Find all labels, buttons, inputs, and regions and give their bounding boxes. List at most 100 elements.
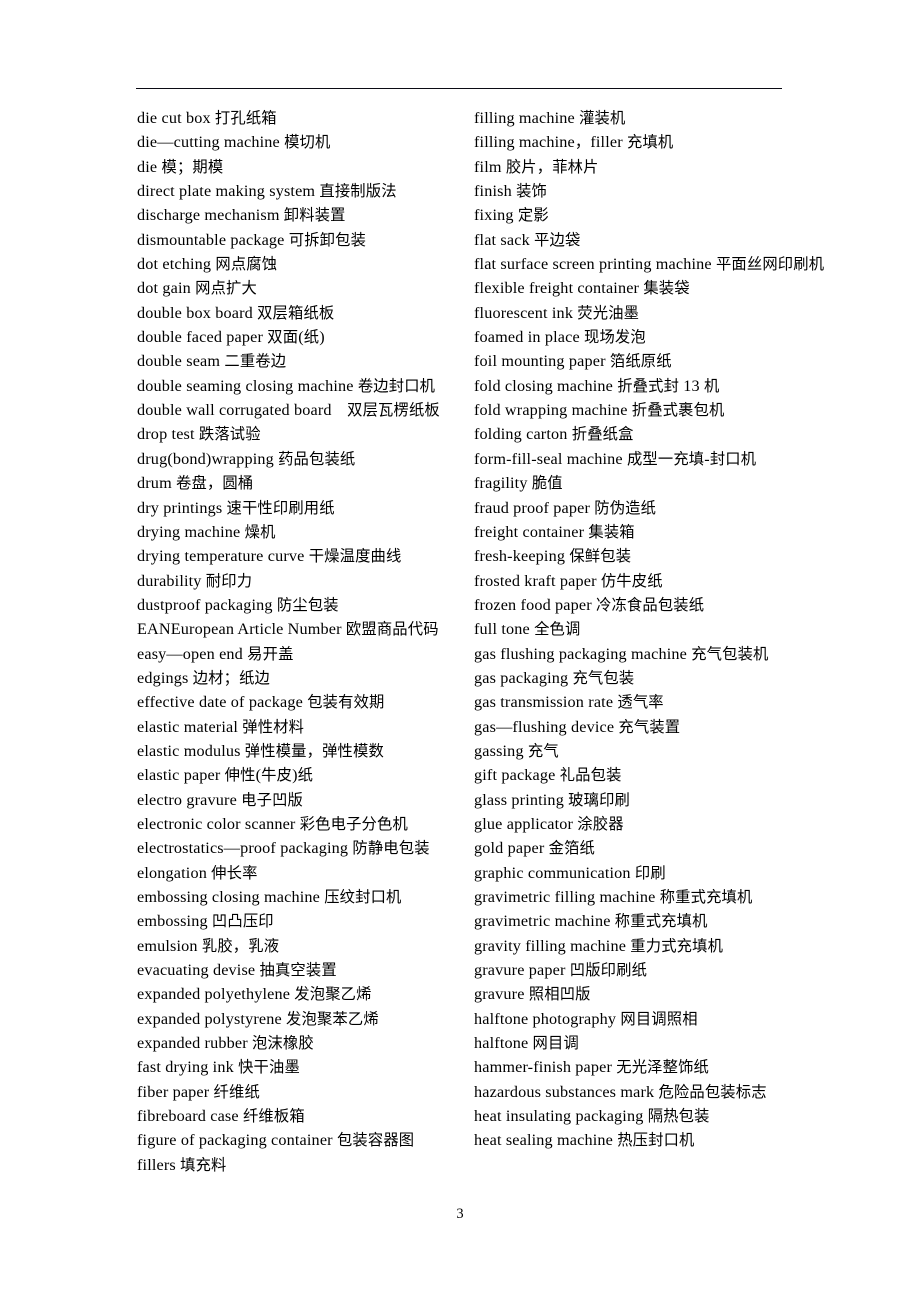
glossary-entry: elastic material 弹性材料: [137, 717, 305, 736]
glossary-entry-chinese: 防尘包装: [276, 595, 339, 614]
glossary-entry-chinese: 打孔纸箱: [214, 109, 277, 127]
glossary-entry: double seam 二重卷边: [137, 352, 287, 371]
glossary-entry-chinese: 玻璃印刷: [568, 790, 631, 809]
glossary-entry-chinese: 伸性: [224, 766, 256, 785]
glossary-entry: heat insulating packaging 隔热包装: [474, 1107, 710, 1126]
glossary-entry: fast drying ink 快干油墨: [137, 1058, 300, 1077]
glossary-entry-chinese: 药品包装纸: [278, 449, 356, 468]
glossary-entry-chinese: 直接制版法: [319, 182, 397, 201]
glossary-entry-chinese: 充气包装: [572, 668, 635, 687]
glossary-entry: fold closing machine 折叠式封 13 机: [474, 376, 720, 395]
glossary-entry-chinese: 现场发泡: [584, 328, 646, 347]
glossary-entry-chinese: 填充料: [180, 1155, 227, 1174]
glossary-entry: drying temperature curve 干燥温度曲线: [137, 547, 402, 566]
glossary-entry-chinese: 热压封口机: [617, 1131, 695, 1150]
glossary-entry-chinese: 网点扩大: [195, 279, 257, 298]
glossary-column-right: filling machine 灌装机 filling machine，fille…: [474, 106, 920, 1153]
glossary-entry: edgings 边材；纸边: [137, 668, 270, 687]
glossary-entry: heat sealing machine 热压封口机: [474, 1131, 695, 1150]
glossary-entry: gravure 照相凹版: [474, 985, 591, 1004]
glossary-entry: halftone 网目调: [474, 1034, 579, 1053]
glossary-entry-chinese: 卷盘，圆桶: [176, 474, 254, 493]
glossary-entry-chinese: 充气: [527, 741, 559, 760]
glossary-entry-chinese: 荧光油墨: [577, 303, 640, 322]
glossary-entry-chinese: 抽真空装置: [259, 961, 337, 980]
glossary-entry: emulsion 乳胶，乳液: [137, 936, 280, 955]
glossary-entry-chinese: 干燥温度曲线: [308, 547, 402, 566]
glossary-entry-chinese: 双层箱纸板: [257, 303, 335, 322]
glossary-entry: durability 耐印力: [137, 571, 253, 590]
glossary-entry-chinese: 伸长率: [211, 863, 258, 882]
glossary-entry: double box board 双层箱纸板: [137, 303, 335, 322]
glossary-columns: die cut box 打孔纸箱 die—cutting machine 模切机 d…: [0, 106, 920, 1177]
glossary-entry-chinese: 平边袋: [534, 230, 581, 249]
glossary-entry-chinese: 纤维板箱: [242, 1107, 305, 1126]
glossary-entry-chinese: 金箔纸: [548, 839, 595, 858]
glossary-entry-chinese: 照相凹版: [528, 985, 591, 1004]
glossary-entry: dry printings 速干性印刷用纸: [137, 498, 335, 517]
glossary-entry: folding carton 折叠纸盒: [474, 425, 634, 444]
glossary-entry: gold paper 金箔纸: [474, 839, 595, 858]
glossary-entry-chinese: 泡沫橡胶: [251, 1034, 314, 1053]
glossary-entry: frozen food paper 冷冻食品包装纸: [474, 595, 705, 614]
glossary-entry: direct plate making system 直接制版法: [137, 182, 397, 201]
glossary-entry: electro gravure 电子凹版: [137, 790, 303, 809]
glossary-entry-chinese: 发泡聚乙烯: [294, 985, 372, 1004]
glossary-entry: dot gain 网点扩大: [137, 279, 257, 298]
glossary-entry: foil mounting paper 箔纸原纸: [474, 352, 672, 371]
glossary-entry-chinese: 仿牛皮纸: [600, 571, 663, 590]
glossary-entry-chinese: 纤维纸: [213, 1082, 260, 1101]
glossary-entry-chinese: 电子凹版: [241, 790, 303, 809]
glossary-entry: hazardous substances mark 危险品包装标志: [474, 1082, 767, 1101]
glossary-entry: frosted kraft paper 仿牛皮纸: [474, 571, 663, 590]
glossary-entry-chinese: 燥机: [244, 522, 276, 541]
glossary-entry: fiber paper 纤维纸: [137, 1082, 260, 1101]
header-separator-rule: [136, 88, 782, 89]
glossary-entry-chinese: 耐印力: [205, 571, 253, 590]
glossary-entry: glue applicator 涂胶器: [474, 814, 624, 833]
glossary-entry: EANEuropean Article Number 欧盟商品代码: [137, 620, 439, 639]
glossary-entry-chinese: 包装容器图: [336, 1131, 415, 1150]
glossary-entry-chinese: 跌落试验: [198, 425, 261, 444]
glossary-entry-chinese: 模；期模: [161, 157, 224, 176]
glossary-entry: gift package 礼品包装: [474, 766, 622, 785]
glossary-entry: gassing 充气: [474, 741, 559, 760]
glossary-entry: form-fill-seal machine 成型一充填-封口机: [474, 449, 757, 468]
glossary-entry: dismountable package 可拆卸包装: [137, 230, 367, 249]
glossary-entry-chinese: 易开盖: [247, 644, 294, 663]
glossary-entry-chinese: 牛皮: [261, 766, 293, 785]
glossary-entry-chinese: 折叠式封: [617, 376, 680, 395]
glossary-entry-chinese: 全色调: [534, 620, 581, 639]
glossary-entry-chinese: 隔热包装: [647, 1107, 710, 1126]
glossary-entry-chinese: 边材；纸边: [192, 668, 270, 687]
glossary-entry-chinese: 装饰: [516, 182, 547, 201]
glossary-entry-chinese: 集装箱: [588, 522, 635, 541]
glossary-entry-chinese: 定影: [517, 206, 549, 225]
glossary-entry-chinese: 纸: [297, 766, 314, 785]
glossary-entry-chinese: 封口机: [709, 449, 757, 468]
document-page: die cut box 打孔纸箱 die—cutting machine 模切机 d…: [0, 0, 920, 1302]
glossary-entry-chinese: 充气装置: [618, 717, 681, 736]
glossary-entry-chinese: 速干性印刷用纸: [226, 498, 335, 517]
glossary-entry: finish 装饰: [474, 182, 547, 201]
glossary-entry-chinese: 无光泽整饰纸: [616, 1058, 710, 1077]
glossary-entry: double faced paper 双面(纸): [137, 328, 325, 347]
glossary-entry: freight container 集装箱: [474, 522, 635, 541]
glossary-entry-chinese: 折叠纸盒: [571, 425, 634, 444]
glossary-entry: gas—flushing device 充气装置: [474, 717, 681, 736]
glossary-entry: fraud proof paper 防伪造纸: [474, 498, 657, 517]
glossary-entry-chinese: 折叠式裹包机: [631, 401, 725, 420]
glossary-entry: drum 卷盘，圆桶: [137, 474, 254, 493]
glossary-entry: glass printing 玻璃印刷: [474, 790, 631, 809]
glossary-entry: gravimetric filling machine 称重式充填机: [474, 888, 753, 906]
glossary-entry-chinese: 凹凸压印: [211, 912, 274, 931]
glossary-entry: die cut box 打孔纸箱: [137, 109, 277, 127]
glossary-entry-chinese: 灌装机: [579, 109, 626, 127]
glossary-entry: fibreboard case 纤维板箱: [137, 1107, 305, 1126]
glossary-entry-chinese: 印刷: [634, 863, 666, 882]
glossary-entry: fluorescent ink 荧光油墨: [474, 303, 640, 322]
glossary-column-left: die cut box 打孔纸箱 die—cutting machine 模切机 d…: [0, 106, 474, 1177]
glossary-entry: fragility 脆值: [474, 474, 563, 493]
glossary-entry-chinese: 网目调: [532, 1034, 579, 1053]
glossary-entry: die 模；期模: [137, 157, 224, 176]
